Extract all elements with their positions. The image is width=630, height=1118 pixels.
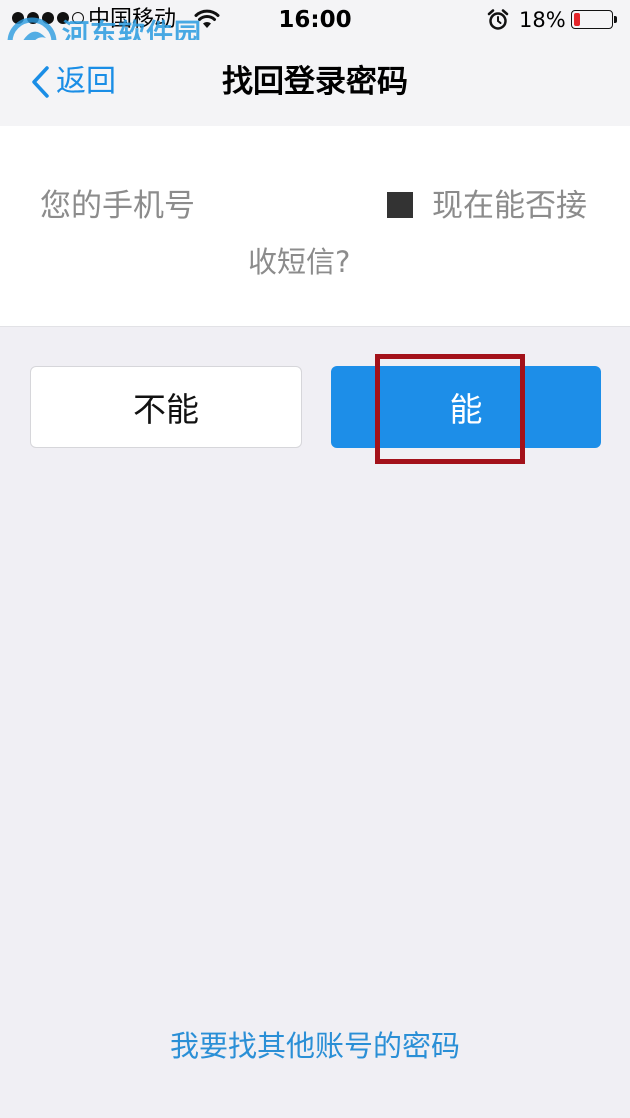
battery-icon — [571, 10, 617, 29]
battery-fill — [574, 13, 580, 26]
find-other-account-password-link[interactable]: 我要找其他账号的密码 — [0, 1024, 630, 1068]
message-text-part-2: 现在能否接 — [432, 188, 587, 224]
navigation-bar: 返回 找回登录密码 — [0, 40, 630, 126]
status-bar: 中国移动 16:00 18% — [0, 0, 630, 40]
message-text-part-3: 收短信? — [248, 245, 351, 279]
battery-percent: 18% — [519, 8, 566, 32]
redacted-phone-number — [387, 192, 413, 218]
cannot-receive-button[interactable]: 不能 — [30, 366, 302, 448]
can-receive-button[interactable]: 能 — [331, 366, 601, 448]
page-title: 找回登录密码 — [222, 64, 408, 100]
message-card: 您的手机号 现在能否接 收短信? — [0, 126, 630, 327]
alarm-icon — [487, 9, 509, 30]
message-text-part-1: 您的手机号 — [40, 188, 195, 224]
